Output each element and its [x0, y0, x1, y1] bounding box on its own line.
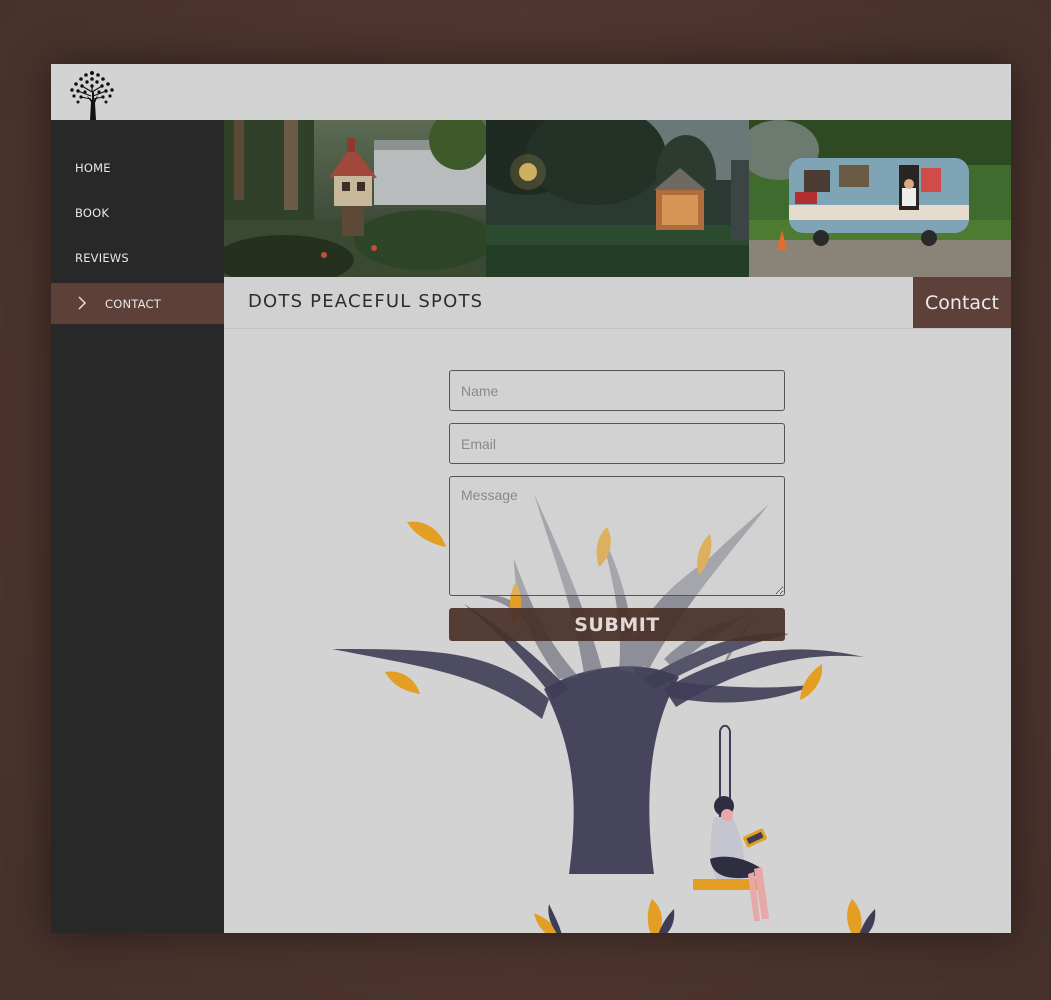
app-window: HOME BOOK REVIEWS CONTACT DOTS PEACEFUL …	[51, 64, 1011, 933]
contact-section: SUBMIT	[224, 329, 1011, 933]
nav-item-home[interactable]: HOME	[51, 147, 224, 188]
message-textarea[interactable]	[449, 476, 785, 596]
chevron-right-icon	[78, 296, 86, 310]
name-input[interactable]	[449, 370, 785, 411]
site-title: DOTS PEACEFUL SPOTS	[248, 291, 484, 312]
hero-banner	[224, 120, 1011, 277]
page-title-badge: Contact	[913, 277, 1011, 328]
page-header: DOTS PEACEFUL SPOTS Contact	[224, 277, 1011, 329]
nav-item-reviews[interactable]: REVIEWS	[51, 237, 224, 278]
caravan-photo	[749, 120, 1011, 277]
nav-item-label: HOME	[75, 160, 111, 175]
sidebar-nav: HOME BOOK REVIEWS CONTACT	[51, 120, 224, 933]
nav-item-label: BOOK	[75, 205, 110, 220]
top-bar	[51, 64, 1011, 120]
email-input[interactable]	[449, 423, 785, 464]
nav-item-label: REVIEWS	[75, 250, 129, 265]
tree-logo-icon[interactable]	[65, 66, 119, 120]
fairy-house-photo	[224, 120, 486, 277]
submit-button[interactable]: SUBMIT	[449, 608, 785, 641]
nav-item-label: CONTACT	[105, 296, 161, 311]
cabin-night-photo	[486, 120, 749, 277]
nav-item-contact[interactable]: CONTACT	[51, 283, 224, 324]
nav-item-book[interactable]: BOOK	[51, 192, 224, 233]
